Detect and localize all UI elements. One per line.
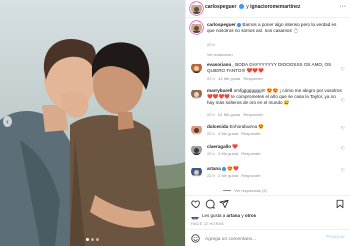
comment-verified-icon [222,166,227,171]
comment-time: 22 h [207,76,215,81]
comment-text-block: dulcecida Enhorabuena 😍 [207,124,343,130]
ellipsis-icon[interactable]: ··· [339,3,346,10]
caption-time: 22 h [207,42,215,47]
post-side-panel: carlospeguer y ignacioromemartinez ··· c… [185,0,350,246]
comment-item: marryburell omfgggggggg!!! 😍😍 ¡ cómo me … [191,88,347,120]
caption-username[interactable]: carlospeguer [207,22,236,27]
carousel-dot [96,238,99,241]
liked-by-prefix: Les gusta a [202,213,226,218]
comment-like-heart-icon[interactable]: ♡ [341,168,345,174]
liked-by-joiner: y [241,213,244,218]
comment-username[interactable]: artana [207,166,221,171]
liked-by: Les gusta a artana y otros [191,212,350,222]
replies-dash [223,190,231,192]
comment-likes[interactable]: 44 Me gusta [218,76,240,81]
comment-text: 😍❤️ [227,166,239,171]
view-replies-label: Ver respuestas (3) [234,188,267,193]
comment-time: 22 h [207,112,215,117]
carousel-dot [91,238,94,241]
previous-slide-icon[interactable]: ‹ [3,116,12,127]
reply-button[interactable]: Responder [241,131,261,136]
comment-like-heart-icon[interactable]: ♡ [341,146,345,152]
comment-item: artana 😍❤️ 22 h 2 Me gusta Responder ♡ [191,166,347,182]
liked-by-text: Les gusta a artana y otros [202,213,256,218]
post-photo[interactable]: ‹ [0,0,185,246]
liked-by-others[interactable]: otros [245,213,256,218]
comment-avatar[interactable] [191,166,202,177]
comment-time: 22 h [207,173,215,178]
view-replies-link[interactable]: Ver respuestas (3) [223,188,267,193]
comment-likes[interactable]: 4 Me gusta [218,131,238,136]
share-icon[interactable] [219,199,229,209]
comment-likes[interactable]: 3 Me gusta [218,151,238,156]
comment-text: ❤️ [232,144,239,149]
comment-text: Enhorabuena 😍 [229,124,265,129]
smiley-icon[interactable] [191,234,200,243]
comment-username[interactable]: dulcecida [207,124,228,129]
comment-time: 22 h [207,131,215,136]
post-header: carlospeguer y ignacioromemartinez ··· [186,0,350,18]
post-actions [186,195,350,211]
comment-icon[interactable] [205,199,215,209]
comment-time: 22 h [207,151,215,156]
author-username[interactable]: carlospeguer [205,4,236,10]
caption-avatar[interactable] [191,22,202,33]
comment-username[interactable]: marryburell [207,88,232,93]
author-avatar[interactable] [191,3,202,14]
liked-by-user[interactable]: artana [227,213,241,218]
comment-avatar[interactable] [191,88,202,99]
comment-item: claeragallo ❤️ 22 h 3 Me gusta Responder… [191,144,347,160]
carousel-dots [0,238,185,241]
caption-text-block: carlospeguer Bamos a poner algo intenso … [207,22,343,34]
comment-username[interactable]: evasoriano_ [207,62,234,67]
comment-meta: 22 h 44 Me gusta Responder [207,76,263,81]
instagram-post: ‹ carlospeguer y ignacioromemartinez ··· [0,0,350,246]
comment-input[interactable] [205,235,315,243]
comment-meta: 22 h 61 Me gusta Responder [207,112,263,117]
comment-text-block: artana 😍❤️ [207,166,343,172]
comment-avatar[interactable] [191,144,202,155]
comments-list: carlospeguer Bamos a poner algo intenso … [186,20,350,194]
post-caption: carlospeguer Bamos a poner algo intenso … [191,22,347,50]
post-date: HACE 22 HORAS [191,222,224,226]
bookmark-icon[interactable] [335,199,345,209]
comment-like-heart-icon[interactable]: ♡ [341,98,345,104]
comment-likes[interactable]: 61 Me gusta [218,112,240,117]
coauthor-joiner: y [246,4,249,10]
translation-link[interactable]: Ver traducción [207,52,233,57]
publish-button[interactable]: Publicar [326,235,345,240]
comment-meta: 22 h 2 Me gusta Responder [207,173,261,178]
liker-avatar[interactable] [191,212,199,220]
reply-button[interactable]: Responder [241,151,261,156]
comment-like-heart-icon[interactable]: ♡ [341,67,345,73]
comment-likes[interactable]: 2 Me gusta [218,173,238,178]
add-comment-bar: Publicar [186,229,350,246]
reply-button[interactable]: Responder [244,112,264,117]
couple-photo-illustration [0,0,185,246]
comment-text-block: marryburell omfgggggggg!!! 😍😍 ¡ cómo me … [207,88,343,106]
comment-like-heart-icon[interactable]: ♡ [341,126,345,132]
comment-username[interactable]: claeragallo [207,144,231,149]
comment-text-block: claeragallo ❤️ [207,144,343,150]
verified-badge-icon [238,4,244,10]
header-usernames: carlospeguer y ignacioromemartinez [205,4,300,10]
coauthor-username[interactable]: ignacioromemartinez [250,4,300,10]
comment-item: evasoriano_ BODA GAYYYYYYY DIOOOSSS OS A… [191,62,347,86]
comment-text-block: evasoriano_ BODA GAYYYYYYY DIOOOSSS OS A… [207,62,343,74]
reply-button[interactable]: Responder [244,76,264,81]
caption-verified-icon [237,22,242,27]
reply-button[interactable]: Responder [241,173,261,178]
comment-avatar[interactable] [191,62,202,73]
comment-meta: 22 h 4 Me gusta Responder [207,131,261,136]
comment-item: dulcecida Enhorabuena 😍 22 h 4 Me gusta … [191,124,347,140]
comment-avatar[interactable] [191,124,202,135]
carousel-dot [86,238,89,241]
heart-icon[interactable] [191,199,201,209]
comment-meta: 22 h 3 Me gusta Responder [207,151,261,156]
